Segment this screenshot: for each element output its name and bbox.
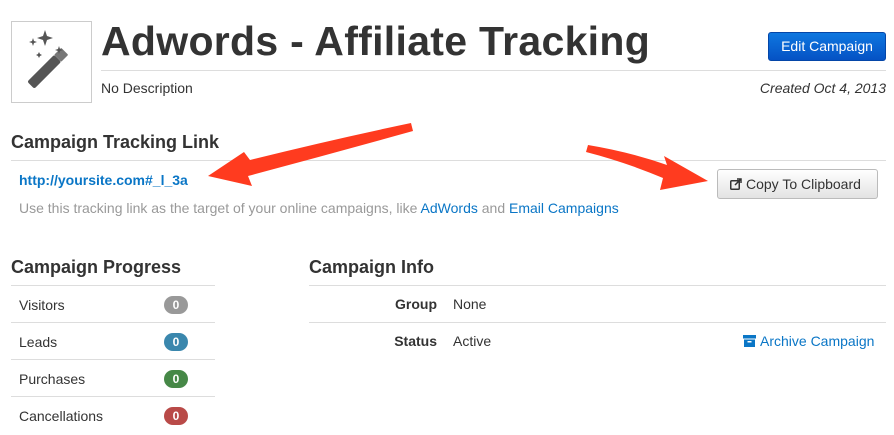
count-badge: 0 — [164, 296, 188, 314]
edit-campaign-button[interactable]: Edit Campaign — [768, 32, 886, 61]
progress-row-purchases: Purchases 0 — [11, 360, 215, 397]
progress-row-leads: Leads 0 — [11, 323, 215, 360]
campaign-info-heading: Campaign Info — [309, 257, 434, 277]
info-divider — [309, 285, 886, 286]
status-value: Active — [453, 333, 492, 349]
help-and: and — [477, 200, 510, 216]
copy-button-label: Copy To Clipboard — [746, 176, 861, 192]
status-label: Status — [394, 333, 437, 349]
page-title: Adwords - Affiliate Tracking — [101, 18, 651, 64]
campaign-description: No Description — [101, 80, 193, 96]
magic-wand-icon — [28, 30, 68, 88]
archive-box-icon — [743, 335, 756, 347]
tracking-link-heading: Campaign Tracking Link — [11, 132, 220, 152]
group-value: None — [453, 296, 487, 312]
tracking-divider — [11, 160, 886, 161]
adwords-link[interactable]: AdWords — [421, 200, 478, 216]
title-divider — [101, 70, 886, 71]
progress-row-cancellations: Cancellations 0 — [11, 397, 215, 434]
archive-campaign-link[interactable]: Archive Campaign — [743, 333, 874, 349]
progress-label: Cancellations — [19, 408, 104, 424]
count-badge: 0 — [164, 407, 188, 425]
tracking-url[interactable]: http://yoursite.com#_l_3a — [19, 172, 188, 188]
count-badge: 0 — [164, 370, 188, 388]
help-prefix: Use this tracking link as the target of … — [19, 200, 421, 216]
progress-label: Purchases — [19, 371, 86, 387]
arrow-to-tracking-url — [208, 123, 413, 186]
arrow-to-copy-button — [586, 145, 708, 190]
progress-row-visitors: Visitors 0 — [11, 286, 215, 323]
progress-label: Leads — [19, 334, 58, 350]
copy-to-clipboard-button[interactable]: Copy To Clipboard — [717, 169, 878, 199]
created-date: Created Oct 4, 2013 — [759, 80, 886, 96]
progress-label: Visitors — [19, 297, 65, 313]
group-label: Group — [395, 296, 437, 312]
archive-label: Archive Campaign — [760, 333, 875, 349]
share-icon — [730, 178, 742, 190]
tracking-help-text: Use this tracking link as the target of … — [19, 200, 619, 216]
info-row-divider — [309, 322, 886, 323]
campaign-icon-box — [11, 21, 92, 103]
count-badge: 0 — [164, 333, 188, 351]
campaign-progress-heading: Campaign Progress — [11, 257, 182, 277]
email-campaigns-link[interactable]: Email Campaigns — [509, 200, 619, 216]
